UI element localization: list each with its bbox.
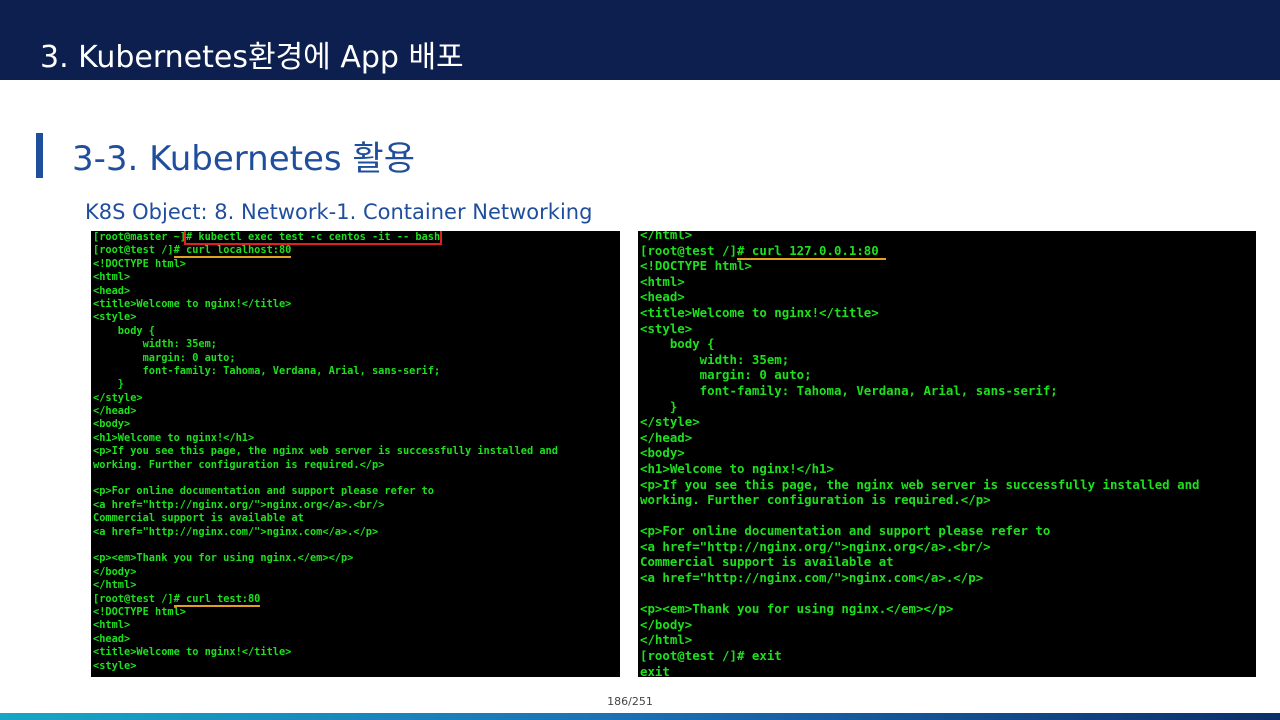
terminal-line: </body> (93, 565, 137, 578)
terminal-line: <!DOCTYPE html> (93, 257, 186, 270)
terminal-line: margin: 0 auto; (640, 367, 812, 383)
terminal-prompt: [root@test /] (640, 242, 737, 258)
terminal-line: <p>If you see this page, the nginx web s… (640, 476, 1200, 492)
terminal-line: <p><em>Thank you for using nginx.</em></… (93, 552, 354, 565)
terminal-line: <style> (93, 659, 137, 672)
terminal-line: [root@test /]# curl localhost:80 (93, 244, 558, 259)
terminal-line: <p><em>Thank you for using nginx.</em></… (640, 601, 954, 617)
terminal-line: <style> (93, 311, 137, 324)
terminal-line: working. Further configuration is requir… (93, 458, 385, 471)
terminal-command: # kubectl exec test -c centos -it -- bas… (183, 231, 443, 245)
terminal-line: <head> (93, 284, 131, 297)
terminal-command: # curl 127.0.0.1:80 (736, 242, 887, 260)
terminal-line: width: 35em; (93, 338, 217, 351)
terminal-line: working. Further configuration is requir… (640, 492, 991, 508)
terminal-line: </style> (93, 391, 143, 404)
terminal-line: <a href="http://nginx.com/">nginx.com</a… (640, 570, 984, 586)
terminal-line: <html> (93, 271, 131, 284)
terminal-line: } (640, 398, 678, 414)
terminal-line: [root@test /]# exit (640, 648, 782, 664)
terminal-line: </head> (640, 429, 693, 445)
header-bar: 3. Kubernetes환경에 App 배포 (0, 0, 1280, 80)
terminal-line: <a href="http://nginx.org/">nginx.org</a… (640, 538, 991, 554)
terminal-output: </html> [root@test /]# curl 127.0.0.1:80 … (640, 231, 1200, 677)
terminal-line: [root@test /]# curl 127.0.0.1:80 (640, 242, 1200, 260)
terminal-line: Commercial support is available at (640, 554, 894, 570)
terminal-prompt: [root@master ~] (93, 231, 186, 243)
terminal-line: <p>For online documentation and support … (93, 485, 434, 498)
terminal-line: [root@master ~]# kubectl exec test -c ce… (93, 231, 558, 245)
page-number: 186/251 (607, 695, 653, 708)
footer-gradient-bar (0, 713, 1280, 720)
terminal-line: <title>Welcome to nginx!</title> (93, 646, 292, 659)
terminal-prompt: [root@test /] (93, 244, 174, 257)
terminal-line: <title>Welcome to nginx!</title> (93, 297, 292, 310)
terminal-command: # curl test:80 (173, 592, 261, 607)
terminal-command: # curl localhost:80 (173, 244, 292, 259)
section-title: 3-3. Kubernetes 활용 (72, 139, 415, 179)
terminal-line: <html> (93, 619, 131, 632)
terminal-line: width: 35em; (640, 351, 790, 367)
terminal-line: </html> (640, 632, 693, 648)
terminal-line: <html> (640, 273, 685, 289)
terminal-line: [root@test /]# curl test:80 (93, 592, 558, 607)
terminal-line: Commercial support is available at (93, 512, 304, 525)
terminal-line: body { (640, 336, 715, 352)
terminal-output: [root@master ~]# kubectl exec test -c ce… (93, 231, 558, 673)
terminal-line: <p>If you see this page, the nginx web s… (93, 445, 558, 458)
section-subtitle: K8S Object: 8. Network-1. Container Netw… (85, 200, 593, 224)
terminal-line: </html> (640, 231, 693, 242)
terminal-line: <a href="http://nginx.com/">nginx.com</a… (93, 525, 379, 538)
terminal-prompt: [root@test /] (93, 592, 174, 605)
terminal-line: <h1>Welcome to nginx!</h1> (640, 460, 834, 476)
terminal-line: </html> (93, 579, 137, 592)
terminal-line: <body> (640, 445, 685, 461)
terminal-line: </head> (93, 405, 137, 418)
terminal-line: font-family: Tahoma, Verdana, Arial, san… (640, 382, 1058, 398)
terminal-line: body { (93, 324, 155, 337)
terminal-line: exit (640, 663, 670, 677)
terminal-screenshot-right: </html> [root@test /]# curl 127.0.0.1:80 … (638, 231, 1256, 677)
section-accent-bar (36, 133, 43, 178)
terminal-screenshot-left: [root@master ~]# kubectl exec test -c ce… (91, 231, 620, 677)
terminal-line: <!DOCTYPE html> (640, 258, 752, 274)
terminal-line: <head> (640, 289, 685, 305)
terminal-line: <body> (93, 418, 131, 431)
terminal-line: margin: 0 auto; (93, 351, 236, 364)
terminal-line: <p>For online documentation and support … (640, 523, 1051, 539)
terminal-line: } (93, 378, 124, 391)
terminal-line: <title>Welcome to nginx!</title> (640, 304, 879, 320)
terminal-line: <!DOCTYPE html> (93, 605, 186, 618)
terminal-line: <a href="http://nginx.org/">nginx.org</a… (93, 498, 385, 511)
header-title: 3. Kubernetes환경에 App 배포 (40, 40, 464, 75)
terminal-line: <head> (93, 632, 131, 645)
terminal-line: </style> (640, 414, 700, 430)
terminal-line: <style> (640, 320, 693, 336)
terminal-line: </body> (640, 616, 693, 632)
terminal-line: <h1>Welcome to nginx!</h1> (93, 431, 255, 444)
terminal-line: font-family: Tahoma, Verdana, Arial, san… (93, 364, 441, 377)
